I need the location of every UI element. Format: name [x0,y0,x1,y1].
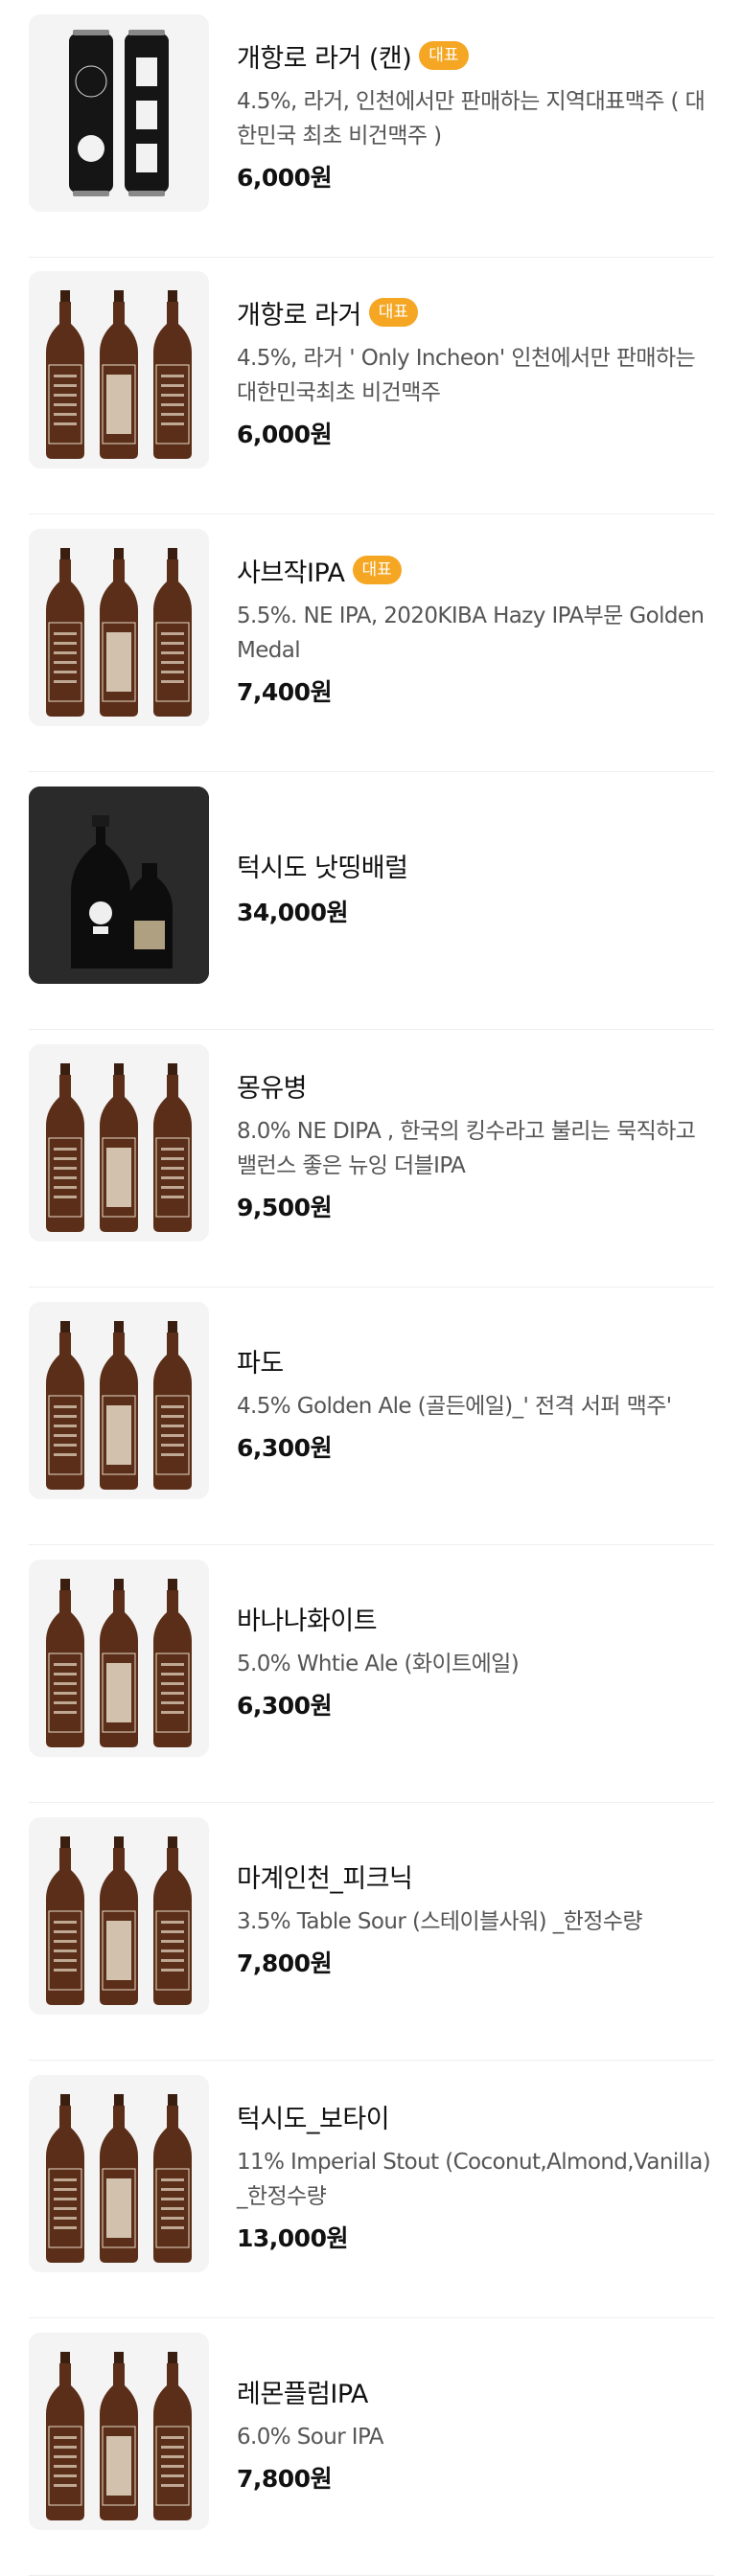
menu-item-name-row: 개항로 라거 (캔) 대표 [237,37,716,75]
menu-item-price: 9,500원 [237,1193,333,1221]
menu-item-name-row: 사브작IPA 대표 [237,552,716,589]
menu-item-price: 6,300원 [237,1691,333,1720]
menu-item-price: 34,000원 [237,898,348,926]
menu-item[interactable]: 개항로 라거 대표 4.5%, 라거 ' Only Incheon' 인천에서만 판… [29,257,714,514]
bottle-beer-image[interactable] [29,1560,209,1757]
menu-item-info: 개항로 라거 (캔) 대표 4.5%, 라거, 인천에서만 판매하는 지역대표맥주 … [237,0,716,230]
menu-item[interactable]: 사브작IPA 대표 5.5%. NE IPA, 2020KIBA Hazy IPA부… [29,514,714,772]
menu-item[interactable]: 턱시도_보타이 11% Imperial Stout (Coconut,Almon… [29,2061,714,2318]
menu-item-price: 6,300원 [237,1433,333,1462]
bottle-beer-image[interactable] [29,1044,209,1242]
menu-item-info: 마계인천_피크닉 3.5% Table Sour (스테이블사워) _한정수량 7,… [237,1803,716,2033]
menu-item[interactable]: 바나나화이트 5.0% Whtie Ale (화이트에일) 6,300원 [29,1545,714,1803]
menu-item-info: 몽유병 8.0% NE DIPA , 한국의 킹수라고 불리는 묵직하고 밸런스 … [237,1030,716,1260]
menu-item-name-row: 파도 [237,1342,716,1379]
menu-item-price: 13,000원 [237,2223,348,2252]
signature-badge: 대표 [419,41,469,70]
menu-item-name-row: 마계인천_피크닉 [237,1858,716,1895]
menu-item-name-row: 바나나화이트 [237,1600,716,1637]
signature-badge: 대표 [368,298,419,327]
bottle-beer-image[interactable] [29,1817,209,2015]
menu-item-name: 사브작IPA [237,558,345,588]
bottle-beer-image[interactable] [29,271,209,468]
menu-item[interactable]: 몽유병 8.0% NE DIPA , 한국의 킹수라고 불리는 묵직하고 밸런스 … [29,1030,714,1288]
dark-bottle-image[interactable] [29,786,209,984]
menu-item-name: 개항로 라거 (캔) [237,43,412,74]
menu-item-name: 마계인천_피크닉 [237,1863,413,1894]
menu-item-info: 파도 4.5% Golden Ale (골든에일)_' 전격 서퍼 맥주' 6,30… [237,1288,716,1517]
menu-item-description: 5.5%. NE IPA, 2020KIBA Hazy IPA부문 Golden… [237,603,705,663]
menu-item-price: 7,800원 [237,1949,333,1977]
menu-item-name: 턱시도 낫띵배럴 [237,853,408,883]
menu-item-price: 7,800원 [237,2464,333,2493]
menu-item-info: 레몬플럼IPA 6.0% Sour IPA 7,800원 [237,2318,716,2548]
menu-item-description: 4.5%, 라거 ' Only Incheon' 인천에서만 판매하는 대한민국… [237,345,696,405]
menu-item-name: 바나나화이트 [237,1606,378,1636]
menu-item-name: 레몬플럼IPA [237,2379,368,2409]
bottle-beer-image[interactable] [29,2333,209,2530]
menu-item-info: 개항로 라거 대표 4.5%, 라거 ' Only Incheon' 인천에서만 판… [237,257,716,487]
menu-item-info: 턱시도 낫띵배럴 34,000원 [237,772,716,1002]
menu-item-description: 11% Imperial Stout (Coconut,Almond,Vanil… [237,2149,711,2209]
menu-item-price: 7,400원 [237,677,333,706]
menu-item-description: 6.0% Sour IPA [237,2424,383,2450]
menu-item-name-row: 레몬플럼IPA [237,2373,716,2410]
menu-item-price: 6,000원 [237,163,333,192]
bottle-beer-image[interactable] [29,1302,209,1499]
menu-item-name-row: 턱시도_보타이 [237,2098,716,2135]
menu-item-name-row: 개항로 라거 대표 [237,294,716,331]
menu-item-info: 턱시도_보타이 11% Imperial Stout (Coconut,Almon… [237,2061,716,2291]
menu-item[interactable]: 마계인천_피크닉 3.5% Table Sour (스테이블사워) _한정수량 7,… [29,1803,714,2061]
menu-item-name-row: 턱시도 낫띵배럴 [237,847,716,884]
menu-item-description: 4.5%, 라거, 인천에서만 판매하는 지역대표맥주 ( 대한민국 최초 비건… [237,88,706,148]
menu-item[interactable]: 파도 4.5% Golden Ale (골든에일)_' 전격 서퍼 맥주' 6,30… [29,1288,714,1545]
menu-item[interactable]: 레몬플럼IPA 6.0% Sour IPA 7,800원 [29,2318,714,2576]
menu-item-name: 파도 [237,1348,284,1379]
menu-item-description: 3.5% Table Sour (스테이블사워) _한정수량 [237,1908,643,1934]
menu-item-description: 4.5% Golden Ale (골든에일)_' 전격 서퍼 맥주' [237,1393,672,1419]
menu-item[interactable]: 턱시도 낫띵배럴 34,000원 [29,772,714,1030]
menu-item-name-row: 몽유병 [237,1067,716,1105]
menu-item-info: 사브작IPA 대표 5.5%. NE IPA, 2020KIBA Hazy IPA부… [237,514,716,744]
menu-item-info: 바나나화이트 5.0% Whtie Ale (화이트에일) 6,300원 [237,1545,716,1775]
menu-item-name: 턱시도_보타이 [237,2104,390,2134]
bottle-beer-image[interactable] [29,2075,209,2272]
signature-badge: 대표 [352,556,402,584]
menu-item-price: 6,000원 [237,420,333,448]
menu-item-name: 몽유병 [237,1073,308,1104]
menu-item-description: 8.0% NE DIPA , 한국의 킹수라고 불리는 묵직하고 밸런스 좋은 … [237,1118,696,1178]
menu-item-name: 개항로 라거 [237,300,361,331]
bottle-beer-image[interactable] [29,529,209,726]
can-beer-image[interactable] [29,14,209,212]
menu-item-description: 5.0% Whtie Ale (화이트에일) [237,1651,520,1676]
menu-item[interactable]: 개항로 라거 (캔) 대표 4.5%, 라거, 인천에서만 판매하는 지역대표맥주 … [29,0,714,258]
